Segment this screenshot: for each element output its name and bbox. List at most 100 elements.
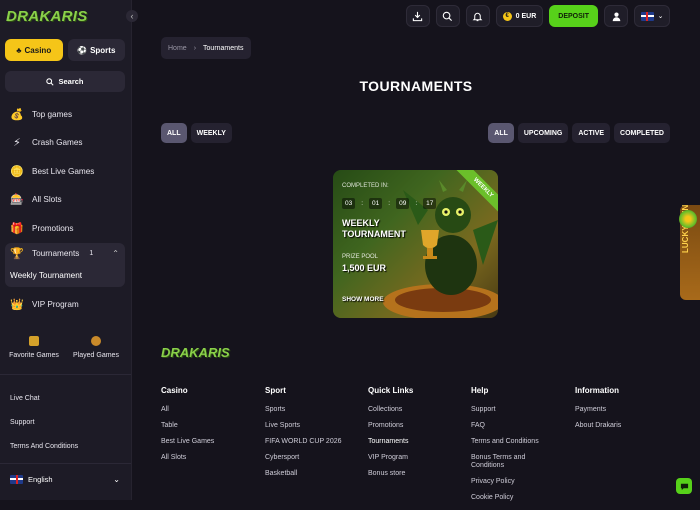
filter-all-types[interactable]: ALL — [161, 123, 187, 143]
footer-link[interactable]: Privacy Policy — [471, 478, 571, 486]
footer-link[interactable]: Basketball — [265, 470, 365, 478]
divider — [0, 463, 131, 464]
filter-active[interactable]: ACTIVE — [572, 123, 610, 143]
tab-sports[interactable]: ⚽ Sports — [68, 39, 126, 61]
divider — [0, 374, 131, 375]
countdown-hours: 01 — [369, 198, 382, 209]
sidebar-item-label: Top games — [32, 110, 72, 119]
chat-button[interactable] — [676, 478, 692, 494]
chevron-right-icon: › — [194, 45, 196, 52]
sidebar-item-tournaments[interactable]: 🏆 Tournaments 1 ⌃ — [5, 243, 125, 265]
footer-link[interactable]: FAQ — [471, 422, 571, 430]
footer-link[interactable]: Sports — [265, 406, 365, 414]
support-link[interactable]: Support — [10, 410, 78, 434]
download-icon — [412, 11, 423, 22]
balance-display[interactable]: € 0 EUR — [496, 5, 544, 27]
footer-link[interactable]: Bonus store — [368, 470, 468, 478]
footer-link[interactable]: Best Live Games — [161, 438, 261, 446]
footer-link[interactable]: Cookie Policy — [471, 494, 571, 502]
status-filters: ALL UPCOMING ACTIVE COMPLETED — [488, 123, 670, 143]
footer-column-title: Sport — [265, 386, 365, 395]
favorites-row: Favorite Games Played Games — [5, 336, 125, 359]
footer-link[interactable]: Tournaments — [368, 438, 468, 446]
played-games-button[interactable]: Played Games — [67, 336, 125, 359]
sidebar-item-label: VIP Program — [32, 300, 79, 309]
card-title-line1: WEEKLY — [342, 218, 406, 229]
slot-machine-icon: 🎰 — [10, 193, 24, 207]
footer-link[interactable]: Terms and Conditions — [471, 438, 571, 446]
deposit-button[interactable]: DEPOSIT — [549, 5, 598, 27]
tournament-card[interactable]: WEEKLY COMPLETED IN: 03: 01: 09: 17 WEEK… — [333, 170, 498, 318]
search-top-button[interactable] — [436, 5, 460, 27]
sidebar-item-label: Promotions — [32, 224, 73, 233]
terms-link[interactable]: Terms And Conditions — [10, 434, 78, 458]
footer-link[interactable]: Table — [161, 422, 261, 430]
footer-link[interactable]: Cybersport — [265, 454, 365, 462]
favorite-games-button[interactable]: Favorite Games — [5, 336, 63, 359]
sidebar-item-top-games[interactable]: 💰 Top games — [5, 100, 125, 129]
footer-logo[interactable]: DRAKARIS — [161, 345, 230, 360]
card-title-line2: TOURNAMENT — [342, 229, 406, 240]
chevron-down-icon: ⌄ — [658, 12, 664, 20]
footer-link[interactable]: VIP Program — [368, 454, 468, 462]
sidebar-item-crash-games[interactable]: ⚡ Crash Games — [5, 129, 125, 158]
footer-link[interactable]: Support — [471, 406, 571, 414]
played-games-label: Played Games — [73, 352, 119, 359]
filter-weekly[interactable]: WEEKLY — [191, 123, 232, 143]
page-title: TOURNAMENTS — [132, 78, 700, 94]
breadcrumb-current: Tournaments — [203, 45, 243, 52]
sidebar-subitem-weekly-tournament[interactable]: Weekly Tournament — [5, 265, 125, 287]
footer-link[interactable]: All — [161, 406, 261, 414]
countdown-minutes: 09 — [396, 198, 409, 209]
filter-upcoming[interactable]: UPCOMING — [518, 123, 569, 143]
heart-icon — [29, 336, 39, 346]
footer-column-title: Help — [471, 386, 571, 395]
countdown-days: 03 — [342, 198, 355, 209]
footer-link[interactable]: All Slots — [161, 454, 261, 462]
history-icon — [91, 336, 101, 346]
countdown-timer: 03: 01: 09: 17 — [342, 198, 436, 209]
show-more-link[interactable]: SHOW MORE — [342, 296, 384, 303]
footer-link[interactable]: About Drakaris — [575, 422, 675, 430]
sidebar-item-best-live-games[interactable]: 🪙 Best Live Games — [5, 157, 125, 186]
tab-casino[interactable]: ♣ Casino — [5, 39, 63, 61]
search-label: Search — [58, 77, 83, 86]
download-button[interactable] — [406, 5, 430, 27]
footer-link[interactable]: Collections — [368, 406, 468, 414]
footer-link[interactable]: Live Sports — [265, 422, 365, 430]
filter-all-status[interactable]: ALL — [488, 123, 514, 143]
collapse-sidebar-button[interactable]: ‹ — [126, 10, 138, 22]
sidebar-nav: 💰 Top games ⚡ Crash Games 🪙 Best Live Ga… — [5, 100, 125, 319]
wheel-icon — [679, 210, 697, 228]
filter-completed[interactable]: COMPLETED — [614, 123, 670, 143]
tab-sports-label: Sports — [90, 46, 115, 55]
language-top-selector[interactable]: ⌄ — [634, 5, 670, 27]
language-selector[interactable]: English ⌄ — [5, 469, 125, 489]
sidebar-links: Live Chat Support Terms And Conditions — [10, 386, 78, 458]
footer-column-quick-links: Quick Links Collections Promotions Tourn… — [368, 386, 468, 486]
live-chat-link[interactable]: Live Chat — [10, 386, 78, 410]
header-actions: € 0 EUR DEPOSIT ⌄ — [406, 5, 670, 27]
footer-link[interactable]: Payments — [575, 406, 675, 414]
footer-column-title: Information — [575, 386, 675, 395]
footer-link[interactable]: Bonus Terms and Conditions — [471, 454, 541, 470]
ball-icon: ⚽ — [77, 46, 87, 55]
sidebar-item-all-slots[interactable]: 🎰 All Slots — [5, 186, 125, 215]
footer-column-title: Casino — [161, 386, 261, 395]
sidebar-subitem-label: Weekly Tournament — [10, 271, 82, 280]
profile-button[interactable] — [604, 5, 628, 27]
breadcrumb: Home › Tournaments — [161, 37, 251, 59]
footer-link[interactable]: FIFA WORLD CUP 2026 — [265, 438, 365, 446]
footer-link[interactable]: Promotions — [368, 422, 468, 430]
uk-flag-icon — [10, 475, 23, 484]
notifications-button[interactable] — [466, 5, 490, 27]
breadcrumb-home[interactable]: Home — [168, 45, 187, 52]
sidebar-item-vip-program[interactable]: 👑 VIP Program — [5, 291, 125, 320]
sidebar-item-label: Crash Games — [32, 138, 83, 147]
coins-icon: 🪙 — [10, 164, 24, 178]
brand-logo[interactable]: DRAKARIS — [6, 8, 88, 25]
search-button[interactable]: Search — [5, 71, 125, 92]
sidebar-item-promotions[interactable]: 🎁 Promotions — [5, 214, 125, 243]
tab-casino-label: Casino — [25, 46, 52, 55]
card-status-label: COMPLETED IN: — [342, 183, 389, 189]
